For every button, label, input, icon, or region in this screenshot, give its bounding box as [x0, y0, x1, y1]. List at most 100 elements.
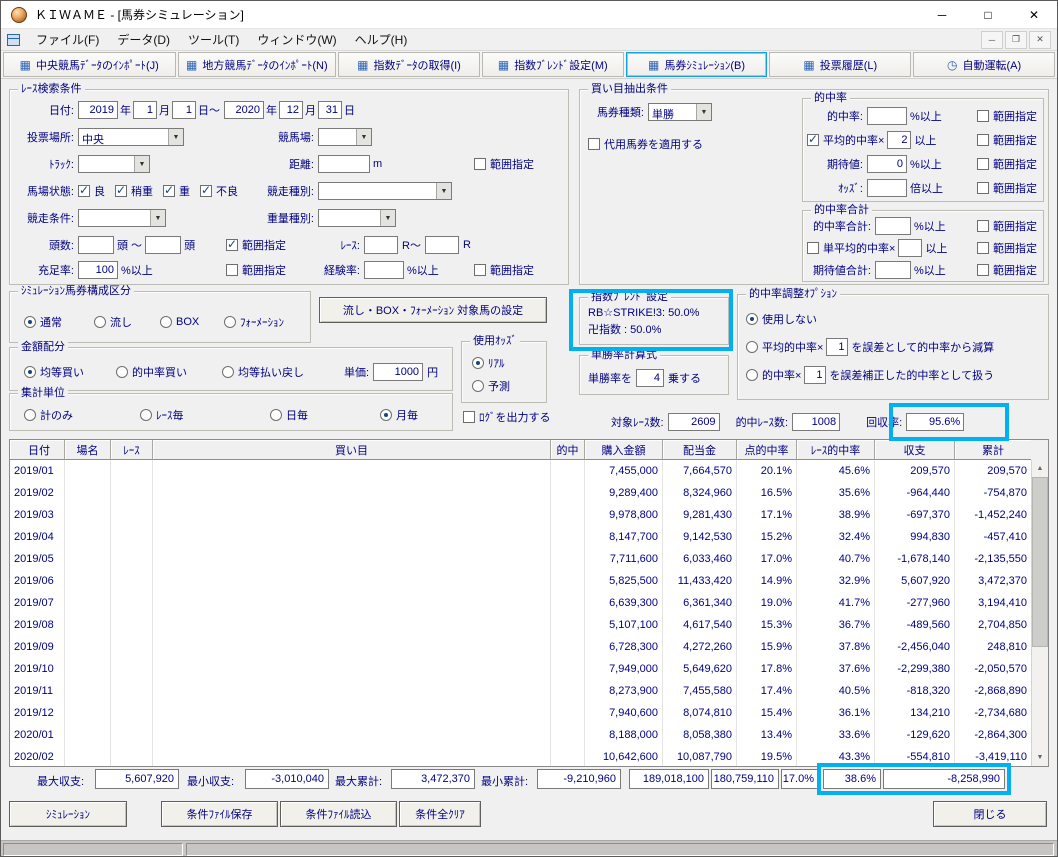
weight-kind-select[interactable]: ▼: [318, 209, 396, 227]
single-avg-hit-rate-checkbox[interactable]: 単平均的中率×: [807, 240, 895, 256]
toolbar-auto-run-button[interactable]: ◷ 自動運転(A): [913, 52, 1055, 77]
single-avg-range-checkbox[interactable]: 範囲指定: [977, 240, 1037, 256]
column-header[interactable]: 日付: [10, 440, 65, 460]
table-row[interactable]: 2019/01 7,455,000 7,664,570 20.1% 45.6% 209,5…: [10, 460, 1031, 482]
target-horse-settings-button[interactable]: 流し・BOX・ﾌｫｰﾒｰｼｮﾝ 対象馬の設定: [319, 297, 547, 323]
table-row[interactable]: 2020/01 8,188,000 8,058,380 13.4% 33.6% -129,…: [10, 724, 1031, 746]
column-header[interactable]: 買い目: [153, 440, 551, 460]
raceno-to-input[interactable]: [424, 236, 459, 254]
exp-rate-input[interactable]: [364, 261, 404, 279]
from-month-input[interactable]: [133, 101, 157, 119]
column-header[interactable]: 点的中率: [737, 440, 797, 460]
avg-hit-rate-range-checkbox[interactable]: 範囲指定: [977, 132, 1037, 148]
simulation-button[interactable]: ｼﾐｭﾚｰｼｮﾝ: [9, 801, 127, 827]
scroll-down-arrow[interactable]: ▼: [1032, 749, 1048, 766]
toolbar-import-local-button[interactable]: ▦ 地方競馬ﾃﾞｰﾀのｲﾝﾎﾟｰﾄ(N): [177, 52, 337, 77]
expect-input[interactable]: [867, 155, 907, 173]
menu-data[interactable]: データ(D): [108, 29, 179, 50]
agg-total-only-radio[interactable]: 計のみ: [24, 407, 73, 423]
column-header[interactable]: 場名: [65, 440, 111, 460]
expect-total-input[interactable]: [875, 261, 911, 279]
expect-total-range-checkbox[interactable]: 範囲指定: [977, 262, 1037, 278]
agg-per-month-radio[interactable]: 月毎: [380, 407, 418, 423]
column-header[interactable]: 的中: [551, 440, 585, 460]
column-header[interactable]: 累計: [955, 440, 1031, 460]
close-button[interactable]: ✕: [1011, 1, 1057, 28]
target-races-input[interactable]: [667, 413, 720, 431]
clear-all-conditions-button[interactable]: 条件全ｸﾘｱ: [399, 801, 481, 827]
fill-rate-input[interactable]: [78, 261, 118, 279]
place-select[interactable]: 中央 ▼: [78, 128, 184, 146]
toolbar-simulation-button[interactable]: ▦ 馬券ｼﾐｭﾚｰｼｮﾝ(B): [625, 52, 768, 77]
hit-rate-input[interactable]: [867, 107, 907, 125]
to-month-input[interactable]: [279, 101, 303, 119]
table-row[interactable]: 2019/05 7,711,600 6,033,460 17.0% 40.7% -1,67…: [10, 548, 1031, 570]
heads-from-input[interactable]: [78, 236, 114, 254]
odds-input[interactable]: [867, 179, 907, 197]
table-row[interactable]: 2019/04 8,147,700 9,142,530 15.2% 32.4% 994,8…: [10, 526, 1031, 548]
agg-per-race-radio[interactable]: ﾚｰｽ毎: [140, 407, 184, 423]
avg-hit-rate-input[interactable]: [887, 131, 912, 149]
to-day-input[interactable]: [318, 101, 342, 119]
sim-normal-radio[interactable]: 通常: [24, 314, 62, 330]
table-row[interactable]: 2019/11 8,273,900 7,455,580 17.4% 40.5% -818,…: [10, 680, 1031, 702]
save-condition-file-button[interactable]: 条件ﾌｧｲﾙ保存: [161, 801, 278, 827]
money-equal-payout-radio[interactable]: 均等払い戻し: [222, 364, 304, 380]
toolbar-index-blend-button[interactable]: ▦ 指数ﾌﾞﾚﾝﾄﾞ設定(M): [481, 52, 624, 77]
money-equal-buy-radio[interactable]: 均等買い: [24, 364, 84, 380]
hit-races-input[interactable]: [792, 413, 841, 431]
column-header[interactable]: 購入金額: [585, 440, 663, 460]
table-row[interactable]: 2019/09 6,728,300 4,272,260 15.9% 37.8% -2,45…: [10, 636, 1031, 658]
column-header[interactable]: ﾚｰｽ的中率: [797, 440, 875, 460]
exp-rate-range-checkbox[interactable]: 範囲指定: [474, 262, 534, 278]
odds-forecast-radio[interactable]: 予測: [472, 378, 510, 394]
output-log-checkbox[interactable]: ﾛｸﾞを出力する: [463, 409, 551, 425]
hit-total-range-checkbox[interactable]: 範囲指定: [977, 218, 1037, 234]
from-year-input[interactable]: [78, 101, 118, 119]
heads-range-checkbox[interactable]: 範囲指定: [226, 237, 286, 253]
expect-range-checkbox[interactable]: 範囲指定: [977, 156, 1037, 172]
toolbar-get-index-data-button[interactable]: ▦ 指数ﾃﾞｰﾀの取得(I): [338, 52, 480, 77]
toolbar-vote-history-button[interactable]: ▦ 投票履歴(L): [769, 52, 912, 77]
menu-help[interactable]: ヘルプ(H): [346, 29, 417, 50]
table-row[interactable]: 2019/08 5,107,100 4,617,540 15.3% 36.7% -489,…: [10, 614, 1031, 636]
distance-input[interactable]: [318, 155, 370, 173]
money-hit-rate-buy-radio[interactable]: 的中率買い: [116, 364, 187, 380]
table-row[interactable]: 2020/02 10,642,600 10,087,790 19.5% 43.3% -55…: [10, 746, 1031, 766]
adjust-correct-input[interactable]: [804, 366, 827, 384]
mdi-restore-button[interactable]: ❐: [1005, 30, 1027, 49]
baba-heavy-checkbox[interactable]: 重: [163, 183, 190, 199]
baba-slightly-heavy-checkbox[interactable]: 稍重: [115, 183, 153, 199]
toolbar-import-central-button[interactable]: ▦ 中央競馬ﾃﾞｰﾀのｲﾝﾎﾟｰﾄ(J): [3, 52, 176, 77]
table-row[interactable]: 2019/10 7,949,000 5,649,620 17.8% 37.6% -2,29…: [10, 658, 1031, 680]
hit-total-input[interactable]: [875, 217, 911, 235]
course-select[interactable]: ▼: [318, 128, 372, 146]
minimize-button[interactable]: ─: [919, 1, 965, 28]
column-header[interactable]: 配当金: [663, 440, 737, 460]
menu-tools[interactable]: ツール(T): [179, 29, 248, 50]
close-dialog-button[interactable]: 閉じる: [933, 801, 1047, 827]
adjust-subtract-input[interactable]: [826, 338, 849, 356]
mdi-minimize-button[interactable]: ─: [981, 30, 1003, 49]
avg-hit-rate-checkbox[interactable]: 平均的中率×: [807, 132, 884, 148]
race-kind-select[interactable]: ▼: [318, 182, 452, 200]
adjust-none-radio[interactable]: 使用しない: [746, 311, 817, 327]
adjust-subtract-radio[interactable]: 平均的中率×: [746, 339, 823, 355]
payback-rate-input[interactable]: [906, 413, 965, 431]
sim-formation-radio[interactable]: ﾌｫｰﾒｰｼｮﾝ: [224, 314, 284, 330]
vertical-scrollbar[interactable]: ▲ ▼: [1031, 460, 1048, 766]
table-row[interactable]: 2019/06 5,825,500 11,433,420 14.9% 32.9% 5,60…: [10, 570, 1031, 592]
fill-rate-range-checkbox[interactable]: 範囲指定: [226, 262, 286, 278]
sim-box-radio[interactable]: BOX: [160, 316, 199, 328]
substitute-ticket-checkbox[interactable]: 代用馬券を適用する: [588, 136, 703, 152]
scrollbar-thumb[interactable]: [1032, 477, 1048, 647]
win-rate-power-input[interactable]: [636, 369, 664, 387]
scroll-up-arrow[interactable]: ▲: [1032, 460, 1048, 477]
raceno-from-input[interactable]: [364, 236, 398, 254]
from-day-input[interactable]: [172, 101, 196, 119]
load-condition-file-button[interactable]: 条件ﾌｧｲﾙ読込: [280, 801, 397, 827]
maximize-button[interactable]: □: [965, 1, 1011, 28]
sim-nagashi-radio[interactable]: 流し: [94, 314, 132, 330]
agg-per-day-radio[interactable]: 日毎: [270, 407, 308, 423]
menu-file[interactable]: ファイル(F): [27, 29, 108, 50]
